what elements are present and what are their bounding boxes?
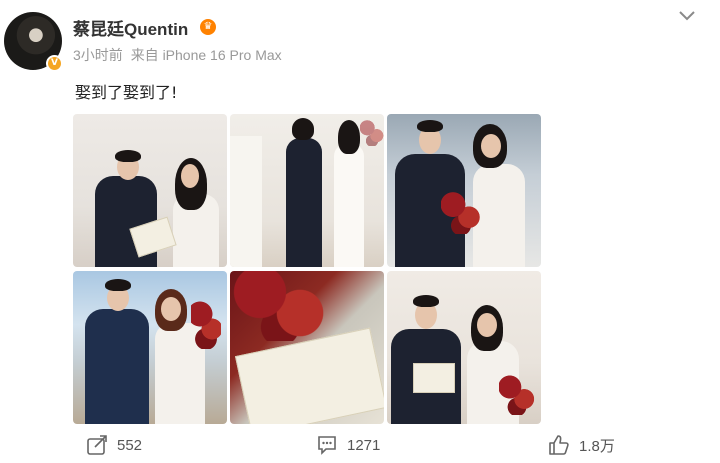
bouquet [441,192,481,234]
verified-badge-icon: V [46,55,63,72]
bride-face [181,164,199,188]
groom-figure [85,309,149,424]
photo-grid [73,114,543,424]
bride-face [477,313,497,337]
flowers [230,271,330,341]
photo-3[interactable] [387,114,541,267]
groom-hair [413,295,439,307]
bride-face [161,297,181,321]
bouquet [191,299,221,349]
bride-head [338,120,360,154]
thumbs-up-icon [549,435,569,455]
action-bar: 552 1271 1.8万 [0,432,720,458]
weibo-post: V 蔡昆廷Quentin ♛ 3小时前 来自 iPhone 16 Pro Max… [0,0,720,463]
photo-4[interactable] [73,271,227,424]
floral-decor [360,120,384,146]
groom-figure [286,138,322,267]
author-name[interactable]: 蔡昆廷Quentin [73,15,188,40]
groom-hair [105,279,131,291]
bride-figure [334,144,364,267]
officiant-figure [230,136,262,267]
bride-face [481,134,501,158]
share-count: 552 [117,436,143,454]
post-source: 来自 iPhone 16 Pro Max [130,47,282,63]
photo-1[interactable] [73,114,227,267]
groom-hair [115,150,141,162]
comment-count: 1271 [347,436,381,454]
crown-icon[interactable]: ♛ [200,19,216,35]
certificate [413,363,455,393]
groom-hair [417,120,443,132]
photo-5[interactable] [230,271,384,424]
bouquet [499,375,535,415]
post-time[interactable]: 3小时前 [73,47,123,63]
marriage-certificate [234,327,384,424]
groom-head [292,118,314,140]
photo-2[interactable] [230,114,384,267]
like-count: 1.8万 [579,437,615,455]
share-button[interactable]: 552 [86,432,142,458]
chevron-down-icon[interactable] [676,8,698,24]
photo-6[interactable] [387,271,541,424]
post-meta: 3小时前 来自 iPhone 16 Pro Max [73,45,286,65]
post-text: 娶到了娶到了! [75,83,178,102]
like-button[interactable]: 1.8万 [548,432,615,458]
comment-icon [318,436,336,455]
share-icon [87,435,107,455]
comment-button[interactable]: 1271 [316,432,380,458]
